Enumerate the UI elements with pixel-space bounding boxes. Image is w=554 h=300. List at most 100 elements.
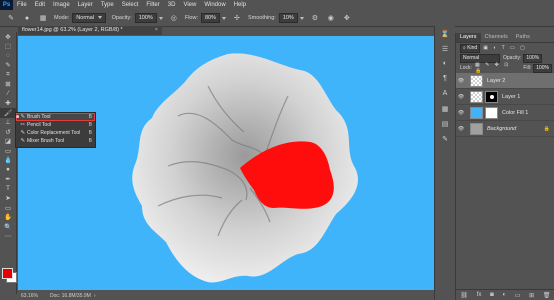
brush-tool-icon[interactable]: 🖌 <box>0 108 16 118</box>
trash-icon[interactable]: 🗑 <box>543 292 551 299</box>
link-icon[interactable]: ⛓ <box>460 292 468 299</box>
layer-opacity-field[interactable]: 100% <box>523 53 543 63</box>
eraser-tool-icon[interactable]: ◪ <box>0 137 16 147</box>
fx-icon[interactable]: fx <box>477 292 482 298</box>
filter-icons[interactable]: ▣ ◐ T ▭ ▢ <box>483 45 527 51</box>
airbrush-icon[interactable]: ✢ <box>232 13 242 23</box>
swatches-icon[interactable]: ▦ <box>435 101 455 116</box>
libraries-icon[interactable]: ▤ <box>435 116 455 131</box>
chevron-down-icon[interactable] <box>158 16 163 20</box>
quick-select-tool-icon[interactable]: ✎ <box>0 61 16 71</box>
healing-brush-tool-icon[interactable]: ✚ <box>0 99 16 109</box>
menu-3d[interactable]: 3D <box>164 2 180 8</box>
smoothing-control[interactable]: Smoothing: 10% <box>248 13 304 23</box>
flyout-item-label: Brush Tool <box>27 114 51 120</box>
opacity-field[interactable]: 100% <box>134 13 157 23</box>
crop-tool-icon[interactable]: ⌗ <box>0 70 16 80</box>
move-tool-icon[interactable]: ✥ <box>0 32 16 42</box>
zoom-level[interactable]: 63.16% <box>21 293 38 299</box>
rectangle-tool-icon[interactable]: ▭ <box>0 203 16 213</box>
menu-filter[interactable]: Filter <box>142 2 163 8</box>
eyedropper-tool-icon[interactable]: ⁄ <box>0 89 16 99</box>
brush-size-icon[interactable]: ● <box>22 13 32 23</box>
opacity-label: Opacity: <box>111 15 132 21</box>
pressure-size-icon[interactable]: ◉ <box>326 13 336 23</box>
eye-icon[interactable]: 👁 <box>456 110 466 116</box>
gradient-tool-icon[interactable]: ▭ <box>0 146 16 156</box>
path-selection-tool-icon[interactable]: ➤ <box>0 194 16 204</box>
chevron-down-icon[interactable] <box>299 16 304 20</box>
clone-stamp-tool-icon[interactable]: ⊥ <box>0 118 16 128</box>
pressure-opacity-icon[interactable]: ◎ <box>169 13 179 23</box>
tab-layers[interactable]: Layers <box>456 33 481 42</box>
flow-control[interactable]: Flow: 80% <box>185 13 226 23</box>
flyout-brush-tool[interactable]: ■ ✎ Brush Tool B <box>16 113 95 121</box>
eye-icon[interactable]: 👁 <box>456 94 466 100</box>
new-layer-icon[interactable]: ⊞ <box>529 292 534 299</box>
chevron-down-icon[interactable] <box>221 16 226 20</box>
brush-icon: ✎ <box>19 114 26 120</box>
symmetry-icon[interactable]: ✥ <box>342 13 352 23</box>
adjustments-icon[interactable]: ◐ <box>435 56 455 71</box>
brush-preset-icon[interactable]: ✎ <box>6 13 16 23</box>
character-icon[interactable]: A <box>435 86 455 101</box>
layer-thumbnail <box>470 74 483 87</box>
menu-file[interactable]: File <box>13 2 31 8</box>
layer-filter-row: ⌕ Kind ▣ ◐ T ▭ ▢ <box>456 43 554 53</box>
smoothing-field[interactable]: 10% <box>278 13 298 23</box>
paragraph-icon[interactable]: ¶ <box>435 71 455 86</box>
hand-tool-icon[interactable]: ✋ <box>0 213 16 223</box>
brushes-icon[interactable]: ✎ <box>435 131 455 146</box>
menu-layer[interactable]: Layer <box>74 2 97 8</box>
brush-settings-icon[interactable]: ▦ <box>38 13 48 23</box>
menu-image[interactable]: Image <box>49 2 74 8</box>
flyout-mixer-brush-tool[interactable]: ✎ Mixer Brush Tool B <box>16 137 95 145</box>
eye-icon[interactable]: 👁 <box>456 126 466 132</box>
chevron-right-icon[interactable]: › <box>94 293 96 299</box>
mask-icon[interactable]: ◙ <box>490 292 494 298</box>
close-icon[interactable]: × <box>155 26 158 35</box>
document-tab[interactable]: flower14.jpg @ 63.2% (Layer 2, RGB/8) * … <box>18 26 162 35</box>
menu-edit[interactable]: Edit <box>31 2 49 8</box>
opacity-control[interactable]: Opacity: 100% <box>112 13 163 23</box>
layer-row-layer-1[interactable]: 👁 Layer 1 <box>456 89 554 105</box>
frame-tool-icon[interactable]: ⊠ <box>0 80 16 90</box>
zoom-tool-icon[interactable]: 🔍 <box>0 222 16 232</box>
more-tools-icon[interactable]: ⋯ <box>0 232 16 242</box>
history-icon[interactable]: ⌛ <box>435 26 455 41</box>
layer-row-background[interactable]: 👁 Background 🔒 <box>456 121 554 137</box>
menu-select[interactable]: Select <box>118 2 143 8</box>
flow-field[interactable]: 80% <box>200 13 220 23</box>
eye-icon[interactable]: 👁 <box>456 78 466 84</box>
layer-thumbnail <box>470 90 483 103</box>
fill-field[interactable]: 100% <box>533 63 552 73</box>
menu-window[interactable]: Window <box>200 2 229 8</box>
layer-row-color-fill-1[interactable]: 👁 Color Fill 1 <box>456 105 554 121</box>
lock-icon: 🔒 <box>543 125 550 132</box>
layer-kind-filter[interactable]: ⌕ Kind <box>460 43 481 53</box>
gear-icon[interactable]: ⚙ <box>310 13 320 23</box>
adjustment-layer-icon[interactable]: ◐ <box>502 292 506 298</box>
group-icon[interactable]: ▭ <box>515 292 521 299</box>
tab-paths[interactable]: Paths <box>512 33 534 42</box>
foreground-color-swatch[interactable] <box>2 268 13 279</box>
mode-select[interactable]: Normal <box>72 13 106 23</box>
blur-tool-icon[interactable]: 💧 <box>0 156 16 166</box>
marquee-tool-icon[interactable]: ⬚ <box>0 42 16 52</box>
menu-type[interactable]: Type <box>97 2 118 8</box>
color-swatches[interactable] <box>2 268 17 283</box>
document-canvas[interactable] <box>18 36 434 290</box>
properties-icon[interactable]: ☰ <box>435 41 455 56</box>
layer-row-layer-2[interactable]: 👁 Layer 2 <box>456 73 554 89</box>
mode-control[interactable]: Mode: Normal <box>54 13 106 23</box>
flyout-pencil-tool[interactable]: ✏ Pencil Tool B <box>16 121 95 129</box>
type-tool-icon[interactable]: T <box>0 184 16 194</box>
flyout-color-replacement-tool[interactable]: ✎ Color Replacement Tool B <box>16 129 95 137</box>
menu-help[interactable]: Help <box>230 2 250 8</box>
dodge-tool-icon[interactable]: ● <box>0 165 16 175</box>
tab-channels[interactable]: Channels <box>481 33 512 42</box>
pen-tool-icon[interactable]: ✒ <box>0 175 16 185</box>
history-brush-tool-icon[interactable]: ↺ <box>0 127 16 137</box>
menu-view[interactable]: View <box>179 2 200 8</box>
lasso-tool-icon[interactable]: ◌ <box>0 51 16 61</box>
